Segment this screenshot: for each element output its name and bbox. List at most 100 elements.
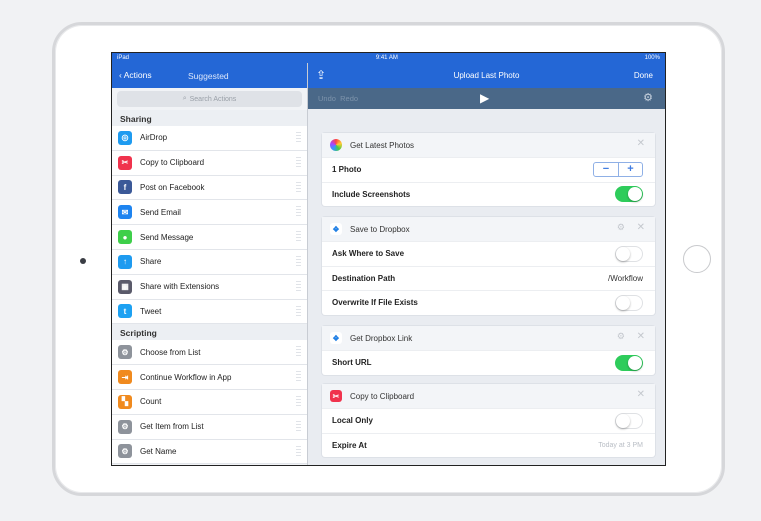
drag-handle-icon[interactable] — [296, 181, 301, 194]
action-icon: t — [118, 304, 132, 319]
action-icon: ✉ — [118, 205, 132, 220]
drag-handle-icon[interactable] — [296, 280, 301, 293]
decrement-button[interactable]: − — [594, 163, 618, 176]
play-icon[interactable]: ▶ — [480, 91, 489, 105]
list-item-label: Copy to Clipboard — [140, 158, 205, 168]
drag-handle-icon[interactable] — [296, 206, 301, 219]
action-icon: ⚙ — [118, 444, 132, 459]
close-icon[interactable]: ✕ — [637, 331, 645, 342]
action-card: ❖ Save to Dropbox ⚙ ✕ Ask Where to Save Desti… — [322, 217, 655, 315]
card-title: Save to Dropbox — [350, 224, 410, 234]
list-item[interactable]: ▦ Share with Extensions — [112, 274, 307, 300]
list-item[interactable]: f Post on Facebook — [112, 175, 307, 201]
back-label: Actions — [123, 70, 152, 80]
actions-nav: ‹ Actions Suggested — [112, 63, 307, 88]
parameter-row: 1 Photo − + — [322, 157, 655, 182]
list-item[interactable]: ⇥ Continue Workflow in App — [112, 365, 307, 390]
action-icon: ▦ — [118, 279, 132, 294]
parameter-row: Overwrite If File Exists — [322, 290, 655, 315]
close-icon[interactable]: ✕ — [637, 222, 645, 233]
list-item-label: Choose from List — [140, 347, 201, 357]
card-title: Copy to Clipboard — [350, 391, 415, 401]
drag-handle-icon[interactable] — [296, 305, 301, 318]
parameter-placeholder[interactable]: Today at 3 PM — [598, 442, 643, 449]
suggested-title[interactable]: Suggested — [188, 71, 229, 81]
toggle-switch[interactable] — [615, 354, 643, 371]
action-card: ✂ Copy to Clipboard ✕ Local Only Expire At To… — [322, 384, 655, 457]
action-icon: ● — [118, 230, 132, 245]
action-icon: ↑ — [118, 254, 132, 269]
list-item[interactable]: ✉ Send Email — [112, 200, 307, 226]
list-item-label: Send Message — [140, 232, 194, 242]
list-item[interactable]: ⚙ Get Name — [112, 439, 307, 465]
search-placeholder: Search Actions — [189, 95, 237, 103]
undo-button[interactable]: Undo — [318, 94, 336, 103]
settings-gear-icon[interactable]: ⚙ — [643, 91, 653, 104]
parameter-label: Overwrite If File Exists — [332, 298, 418, 308]
action-icon — [330, 139, 342, 151]
drag-handle-icon[interactable] — [296, 255, 301, 268]
card-settings-icon[interactable]: ⚙ — [617, 222, 625, 233]
action-icon: ❖ — [330, 332, 342, 344]
close-icon[interactable]: ✕ — [637, 389, 645, 400]
card-title: Get Latest Photos — [350, 140, 415, 150]
back-button[interactable]: ‹ Actions — [119, 70, 152, 80]
increment-button[interactable]: + — [618, 163, 642, 177]
parameter-row: Local Only — [322, 408, 655, 433]
action-icon: f — [118, 180, 132, 195]
quantity-stepper[interactable]: − + — [593, 162, 643, 178]
list-item-label: Send Email — [140, 207, 181, 217]
actions-panel: ‹ Actions Suggested ⌕ Search Actions Shar… — [112, 63, 308, 465]
status-bar: iPad 9:41 AM 100% — [112, 53, 665, 63]
done-button[interactable]: Done — [634, 71, 653, 80]
card-header: Get Latest Photos ✕ — [322, 133, 655, 157]
list-item[interactable]: ⚙ Choose from List — [112, 340, 307, 366]
carrier: iPad — [117, 55, 130, 61]
toggle-switch[interactable] — [615, 412, 643, 429]
list-item[interactable]: ↑ Share — [112, 249, 307, 275]
action-icon: ✂ — [330, 390, 342, 402]
workflow-nav: ⇪ Upload Last Photo Done — [308, 63, 665, 88]
redo-button[interactable]: Redo — [340, 94, 358, 103]
section-header: Sharing — [112, 110, 307, 126]
list-item-label: Get Item from List — [140, 422, 204, 432]
drag-handle-icon[interactable] — [296, 231, 301, 244]
drag-handle-icon[interactable] — [296, 420, 301, 433]
list-item[interactable]: ● Send Message — [112, 225, 307, 250]
drag-handle-icon[interactable] — [296, 371, 301, 384]
list-item[interactable]: ▚ Count — [112, 389, 307, 415]
drag-handle-icon[interactable] — [296, 346, 301, 359]
toggle-switch[interactable] — [615, 245, 643, 262]
search-input[interactable]: ⌕ Search Actions — [117, 91, 302, 107]
action-icon: ▚ — [118, 394, 132, 409]
list-item[interactable]: ◎ AirDrop — [112, 126, 307, 151]
battery: 100% — [644, 55, 660, 61]
home-button[interactable] — [683, 245, 711, 273]
clock: 9:41 AM — [375, 55, 398, 61]
parameter-label: Ask Where to Save — [332, 249, 405, 259]
parameter-row: Short URL — [322, 350, 655, 375]
editor-toolbar: Undo Redo ▶ ⚙ — [308, 88, 665, 109]
parameter-value[interactable]: /Workflow — [608, 274, 643, 283]
toggle-switch[interactable] — [615, 186, 643, 203]
list-item[interactable]: ⚙ Get Item from List — [112, 414, 307, 440]
drag-handle-icon[interactable] — [296, 395, 301, 408]
action-list[interactable]: Sharing ◎ AirDrop ✂ Copy to Clipboard f Post o… — [112, 110, 307, 465]
list-item-label: Tweet — [140, 306, 162, 316]
action-card: ❖ Get Dropbox Link ⚙ ✕ Short URL — [322, 326, 655, 375]
section-header: Scripting — [112, 324, 307, 341]
list-item[interactable]: ✂ Copy to Clipboard — [112, 150, 307, 176]
close-icon[interactable]: ✕ — [637, 138, 645, 149]
drag-handle-icon[interactable] — [296, 156, 301, 169]
camera — [80, 258, 86, 264]
card-header: ❖ Save to Dropbox ⚙ ✕ — [322, 217, 655, 241]
parameter-label: Short URL — [332, 358, 372, 368]
drag-handle-icon[interactable] — [296, 445, 301, 458]
list-item-label: Share with Extensions — [140, 282, 220, 292]
toggle-switch[interactable] — [615, 294, 643, 311]
card-title: Get Dropbox Link — [350, 333, 413, 343]
card-settings-icon[interactable]: ⚙ — [617, 331, 625, 342]
list-item[interactable]: t Tweet — [112, 299, 307, 325]
workflow-title[interactable]: Upload Last Photo — [308, 71, 665, 80]
drag-handle-icon[interactable] — [296, 132, 301, 144]
